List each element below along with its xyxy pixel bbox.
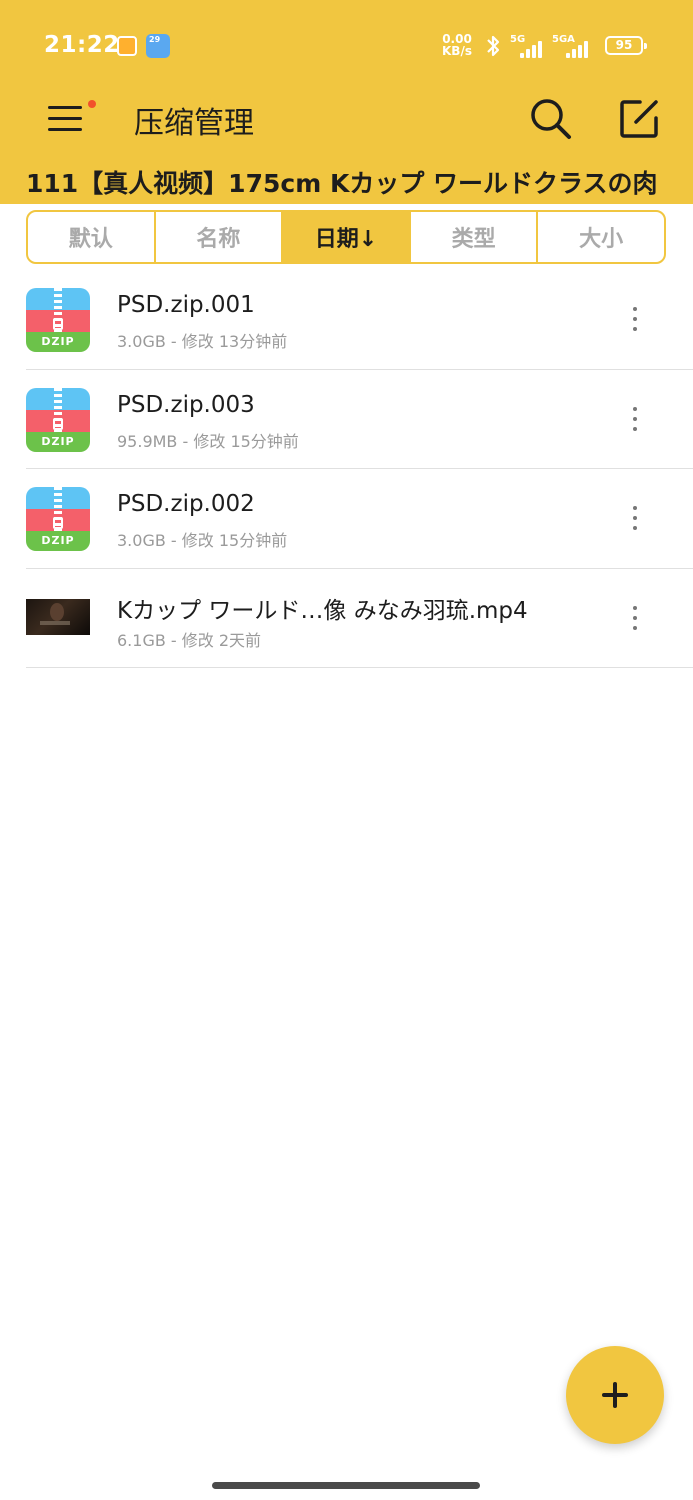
more-options-icon[interactable] [620,404,650,434]
battery-icon: 95 [605,36,647,55]
file-name: PSD.zip.001 [117,292,255,318]
bluetooth-icon [484,34,502,63]
app-bar: 压缩管理 [0,86,693,150]
file-meta: 6.1GB - 修改 2天前 [117,630,262,650]
notification-dot [88,100,96,108]
page-title: 压缩管理 [134,106,254,141]
zip-file-icon: DZIP [26,288,90,352]
sort-tab-date[interactable]: 日期↓ [283,212,411,262]
network-speed-unit: KB/s [442,44,472,58]
file-meta: 3.0GB - 修改 13分钟前 [117,332,288,351]
sort-tab-type[interactable]: 类型 [411,212,539,262]
list-item[interactable]: DZIP PSD.zip.003 95.9MB - 修改 15分钟前 [26,370,693,469]
add-button[interactable] [566,1346,664,1444]
list-item[interactable]: DZIP PSD.zip.002 3.0GB - 修改 15分钟前 [26,469,693,569]
file-list: DZIP PSD.zip.001 3.0GB - 修改 13分钟前 DZIP P… [26,270,693,668]
file-meta: 3.0GB - 修改 15分钟前 [117,531,288,550]
breadcrumb[interactable]: 111【真人视频】175cm Kカップ ワールドクラスの肉 [0,150,693,204]
sort-tab-size[interactable]: 大小 [538,212,664,262]
weather-notification-icon: 29 [146,34,170,58]
file-meta: 95.9MB - 修改 15分钟前 [117,431,299,451]
list-item[interactable]: Kカップ ワールド…像 みなみ羽琉.mp4 6.1GB - 修改 2天前 [26,569,693,668]
sort-tabs: 默认 名称 日期↓ 类型 大小 [26,210,666,264]
gallery-notification-icon [117,36,137,56]
more-options-icon[interactable] [620,503,650,533]
file-name: PSD.zip.002 [117,491,255,517]
home-indicator[interactable] [212,1482,480,1489]
file-name: PSD.zip.003 [117,391,255,418]
sort-tab-default[interactable]: 默认 [28,212,156,262]
sort-tab-name[interactable]: 名称 [156,212,284,262]
video-thumbnail [26,598,90,635]
edit-icon[interactable] [616,96,662,142]
search-icon[interactable] [528,96,574,142]
network-speed: 0.00 KB/s [442,33,472,57]
status-time: 21:22 [44,32,120,58]
more-options-icon[interactable] [620,603,650,633]
file-name: Kカップ ワールド…像 みなみ羽琉.mp4 [117,597,528,624]
list-item[interactable]: DZIP PSD.zip.001 3.0GB - 修改 13分钟前 [26,270,693,370]
zip-file-icon: DZIP [26,487,90,551]
more-options-icon[interactable] [620,304,650,334]
hamburger-menu-icon[interactable] [44,100,96,136]
current-path: 111【真人视频】175cm Kカップ ワールドクラスの肉 [26,169,658,198]
zip-file-icon: DZIP [26,387,90,452]
status-bar: 21:22 29 0.00 KB/s 5G 5GA 95 [0,0,693,86]
